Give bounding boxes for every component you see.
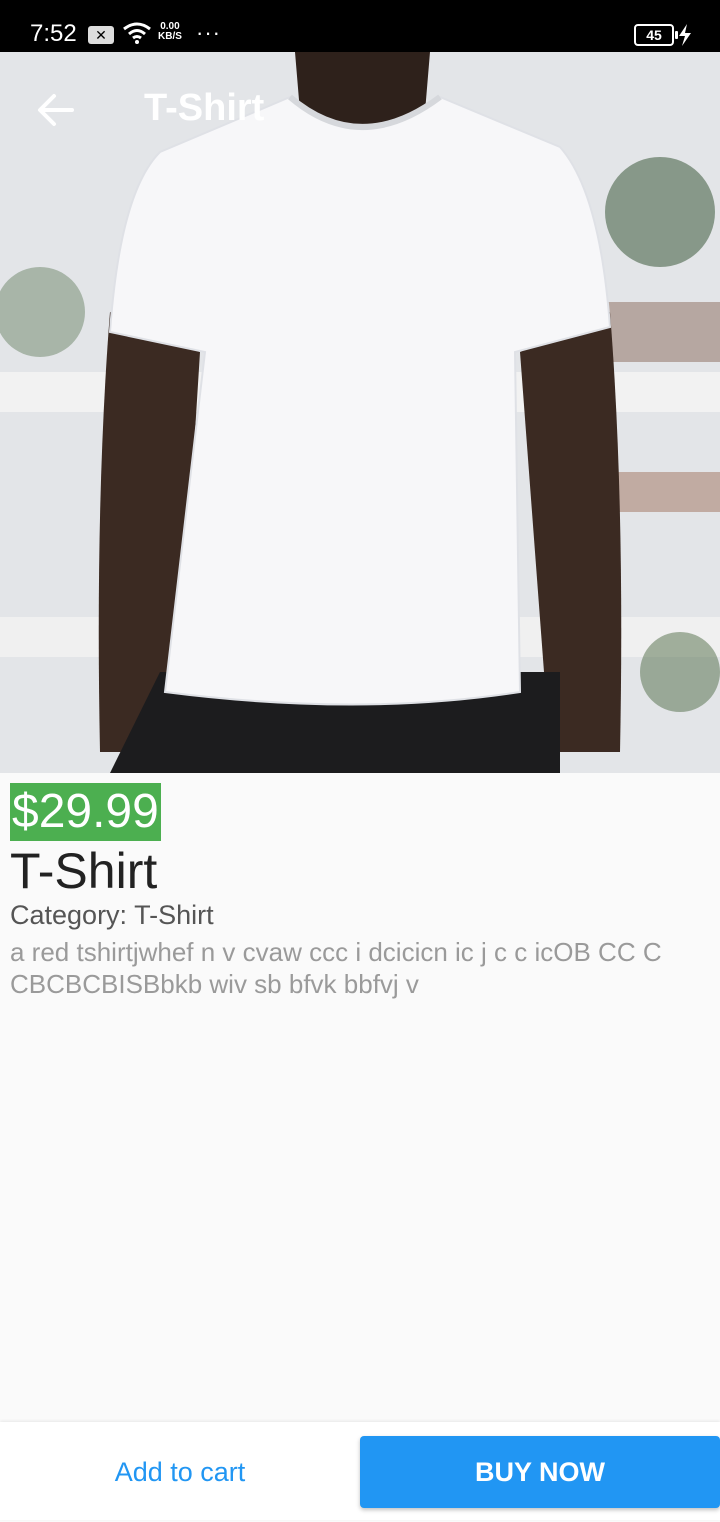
battery-level: 45	[646, 27, 662, 43]
bottom-action-bar: Add to cart BUY NOW	[0, 1422, 720, 1520]
product-category: Category: T-Shirt	[10, 900, 214, 930]
status-bar: 7:52 ✕ 0.00 KB/S ··· 45	[0, 0, 720, 52]
app-bar: T-Shirt	[0, 52, 720, 164]
page-title: T-Shirt	[144, 87, 265, 129]
product-name: T-Shirt	[10, 843, 158, 899]
wifi-icon	[123, 22, 151, 44]
battery-icon: 45	[634, 24, 678, 46]
product-description: a red tshirtjwhef n v cvaw ccc i dcicicn…	[10, 937, 662, 999]
back-button[interactable]	[34, 90, 78, 130]
status-time: 7:52	[30, 20, 77, 47]
notification-icon: ✕	[88, 26, 114, 44]
buy-now-button[interactable]: BUY NOW	[360, 1436, 720, 1508]
network-speed: 0.00 KB/S	[158, 21, 182, 42]
more-dots-icon: ···	[196, 20, 221, 45]
price-tag: $29.99	[10, 783, 161, 841]
add-to-cart-button[interactable]: Add to cart	[0, 1422, 360, 1520]
charging-bolt-icon	[679, 24, 691, 46]
arrow-left-icon	[38, 94, 74, 126]
